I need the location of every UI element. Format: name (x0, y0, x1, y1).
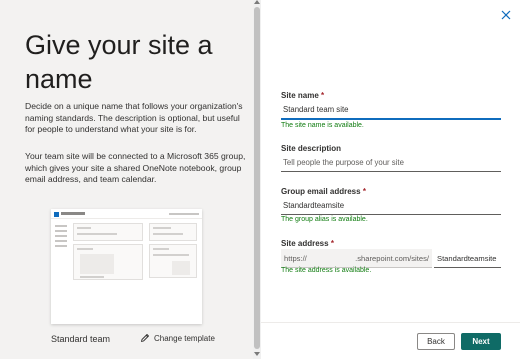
group-email-label: Group email address * (281, 187, 366, 196)
site-address-domain: .sharepoint.com/sites/ (355, 254, 429, 263)
site-name-input[interactable] (281, 101, 501, 120)
back-button[interactable]: Back (417, 333, 455, 350)
change-template-link[interactable]: Change template (140, 333, 215, 343)
preview-nav-item (55, 245, 67, 247)
preview-logo (54, 212, 59, 217)
preview-nav-item (55, 240, 67, 242)
site-description-input[interactable] (281, 153, 501, 172)
site-address-label: Site address * (281, 239, 334, 248)
left-pane: Give your site a name Decide on a unique… (0, 0, 253, 359)
description-group: Your team site will be connected to a Mi… (25, 151, 246, 185)
scroll-down-arrow-icon[interactable] (254, 352, 260, 356)
preview-header (51, 209, 202, 219)
scroll-up-arrow-icon[interactable] (254, 0, 260, 4)
site-address-protocol: https:// (284, 254, 307, 263)
template-name: Standard team (51, 334, 111, 344)
preview-nav-item (55, 225, 67, 227)
group-email-status: The group alias is available. (281, 216, 368, 223)
pencil-icon (141, 334, 149, 342)
preview-activity-section (73, 244, 143, 280)
preview-news-section (73, 223, 143, 241)
required-marker: * (321, 91, 325, 100)
group-email-input[interactable] (281, 196, 501, 215)
site-address-input[interactable] (434, 249, 501, 268)
required-marker: * (362, 187, 366, 196)
preview-nav-item (55, 235, 67, 237)
preview-documents (149, 244, 197, 278)
site-description-label: Site description (281, 144, 342, 153)
scroll-thumb[interactable] (254, 7, 260, 349)
description-naming: Decide on a unique name that follows you… (25, 101, 243, 135)
site-name-label: Site name * (281, 91, 325, 100)
preview-nav-item (55, 230, 67, 232)
preview-site-title (61, 212, 85, 215)
template-preview (51, 209, 202, 324)
site-name-status: The site name is available. (281, 122, 364, 129)
required-marker: * (330, 239, 334, 248)
site-address-status: The site address is available. (281, 267, 372, 274)
footer-divider (261, 322, 520, 323)
change-template-label: Change template (154, 333, 215, 343)
preview-quick-links (149, 223, 197, 241)
close-icon[interactable] (499, 8, 513, 22)
preview-header-actions (169, 213, 199, 215)
site-address-prefix: https:// .sharepoint.com/sites/ (281, 249, 432, 268)
left-pane-scrollbar[interactable] (253, 0, 261, 359)
page-title: Give your site a name (25, 30, 213, 94)
next-button[interactable]: Next (461, 333, 501, 350)
